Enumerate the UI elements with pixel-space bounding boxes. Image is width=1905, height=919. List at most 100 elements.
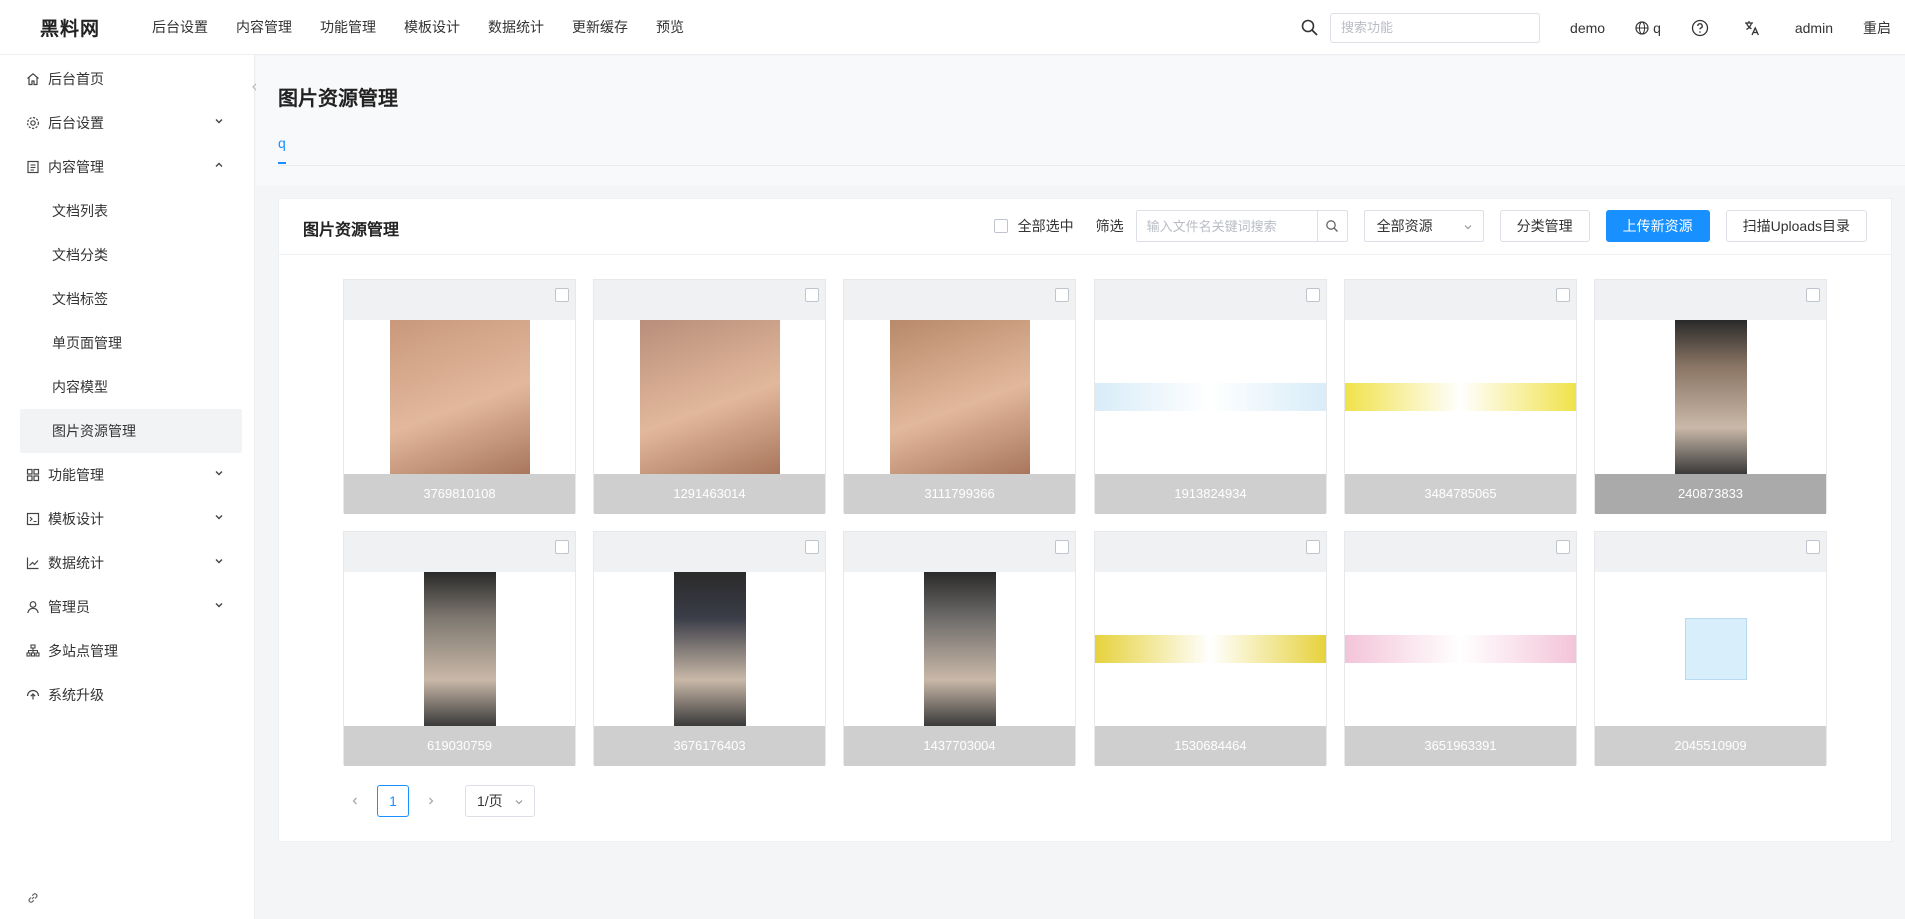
image-tile[interactable]: 1437703004 [843,531,1076,766]
category-manage-button[interactable]: 分类管理 [1499,210,1590,242]
topnav-item-preview[interactable]: 预览 [656,17,684,37]
image-thumbnail[interactable] [1595,320,1826,474]
sidebar-subitem-doc-list[interactable]: 文档列表 [0,189,254,233]
language-switcher[interactable]: q [1635,20,1661,36]
filename-search-input[interactable] [1136,211,1317,241]
sidebar-item-label: 后台设置 [48,115,104,131]
image-tile[interactable]: 1291463014 [593,279,826,514]
image-filename: 1291463014 [594,474,825,514]
topnav-item-update-cache[interactable]: 更新缓存 [572,17,628,37]
sidebar-item-backend-settings[interactable]: 后台设置 [0,101,254,145]
image-thumbnail[interactable] [344,320,575,474]
image-tile[interactable]: 3484785065 [1344,279,1577,514]
image-select-checkbox[interactable] [1556,288,1570,302]
sidebar-subitem-doc-tags[interactable]: 文档标签 [0,277,254,321]
image-thumbnail[interactable] [1095,320,1326,474]
sidebar-item-admins[interactable]: 管理员 [0,585,254,629]
top-right-tools: demo q admin 重启 [1300,0,1905,55]
app-logo[interactable]: 黑料网 [0,14,140,41]
portrait-image [924,572,996,726]
image-select-checkbox[interactable] [1055,288,1069,302]
image-tile-header [344,280,575,320]
topnav-item-templates[interactable]: 模板设计 [404,17,460,37]
image-thumbnail[interactable] [594,572,825,726]
image-select-checkbox[interactable] [1306,288,1320,302]
sitemap-icon [26,644,40,657]
gear-icon [26,116,40,130]
user-menu[interactable]: admin [1795,20,1833,36]
sidebar-item-multisite[interactable]: 多站点管理 [0,629,254,673]
image-select-checkbox[interactable] [805,288,819,302]
topnav-item-backend-settings[interactable]: 后台设置 [152,17,208,37]
page-size-select[interactable]: 1/页 [465,785,535,817]
image-tile[interactable]: 1530684464 [1094,531,1327,766]
image-thumbnail[interactable] [1595,572,1826,726]
sidebar-item-label: 数据统计 [48,555,104,571]
scan-uploads-button[interactable]: 扫描Uploads目录 [1725,210,1867,242]
topnav-item-features[interactable]: 功能管理 [320,17,376,37]
image-thumbnail[interactable] [844,320,1075,474]
tab-active-indicator [278,162,286,164]
topnav-item-statistics[interactable]: 数据统计 [488,17,544,37]
image-thumbnail[interactable] [1345,572,1576,726]
sidebar-item-upgrade[interactable]: 系统升级 [0,673,254,717]
image-tile[interactable]: 2045510909 [1594,531,1827,766]
image-tile[interactable]: 3676176403 [593,531,826,766]
function-search-input[interactable] [1330,12,1541,43]
sidebar-item-dashboard[interactable]: 后台首页 [0,57,254,101]
image-tile-header [844,280,1075,320]
prev-page-button[interactable] [343,785,367,817]
image-tile[interactable]: 3651963391 [1344,531,1577,766]
image-thumbnail[interactable] [1095,572,1326,726]
image-select-checkbox[interactable] [555,540,569,554]
image-resource-card: 图片资源管理 全部选中 筛选 全部资源 分类管理 上传新资源 扫描Uploads… [278,198,1892,842]
upload-resource-button[interactable]: 上传新资源 [1605,210,1710,242]
next-page-button[interactable] [419,785,443,817]
topnav-item-content[interactable]: 内容管理 [236,17,292,37]
link-icon[interactable] [26,891,40,905]
image-select-checkbox[interactable] [1806,540,1820,554]
select-all-checkbox[interactable] [993,219,1008,233]
image-tile[interactable]: 240873833 [1594,279,1827,514]
image-select-checkbox[interactable] [1556,540,1570,554]
sidebar-subitem-image-resources[interactable]: 图片资源管理 [20,409,242,453]
resource-type-select[interactable]: 全部资源 [1363,210,1484,242]
image-filename: 3111799366 [844,474,1075,514]
sidebar-item-label: 管理员 [48,599,90,615]
document-icon [27,160,39,174]
filename-search-button[interactable] [1316,211,1347,241]
sidebar-item-features[interactable]: 功能管理 [0,453,254,497]
chevron-down-icon [215,515,223,520]
search-icon[interactable] [1300,18,1320,38]
site-switcher[interactable]: demo [1570,20,1605,36]
sidebar-item-label: 内容管理 [48,159,104,175]
image-tile[interactable]: 619030759 [343,531,576,766]
image-tile[interactable]: 3769810108 [343,279,576,514]
tab-q[interactable]: q [278,135,286,151]
select-all-label[interactable]: 全部选中 [1018,216,1074,236]
filename-search [1135,210,1348,242]
page-number-current[interactable]: 1 [377,785,409,817]
sidebar-item-templates[interactable]: 模板设计 [0,497,254,541]
image-tile-header [1345,532,1576,572]
image-thumbnail[interactable] [844,572,1075,726]
image-select-checkbox[interactable] [1055,540,1069,554]
tab-divider [278,165,1905,166]
translate-button[interactable] [1743,19,1765,37]
image-select-checkbox[interactable] [555,288,569,302]
restart-button[interactable]: 重启 [1863,18,1891,38]
help-button[interactable] [1691,19,1713,37]
image-select-checkbox[interactable] [805,540,819,554]
sidebar-subitem-single-page[interactable]: 单页面管理 [0,321,254,365]
image-thumbnail[interactable] [344,572,575,726]
image-thumbnail[interactable] [1345,320,1576,474]
sidebar-item-statistics[interactable]: 数据统计 [0,541,254,585]
image-thumbnail[interactable] [594,320,825,474]
image-select-checkbox[interactable] [1306,540,1320,554]
sidebar-item-content[interactable]: 内容管理 [0,145,254,189]
sidebar-subitem-doc-category[interactable]: 文档分类 [0,233,254,277]
image-tile[interactable]: 1913824934 [1094,279,1327,514]
image-tile[interactable]: 3111799366 [843,279,1076,514]
image-select-checkbox[interactable] [1806,288,1820,302]
sidebar-subitem-content-model[interactable]: 内容模型 [0,365,254,409]
